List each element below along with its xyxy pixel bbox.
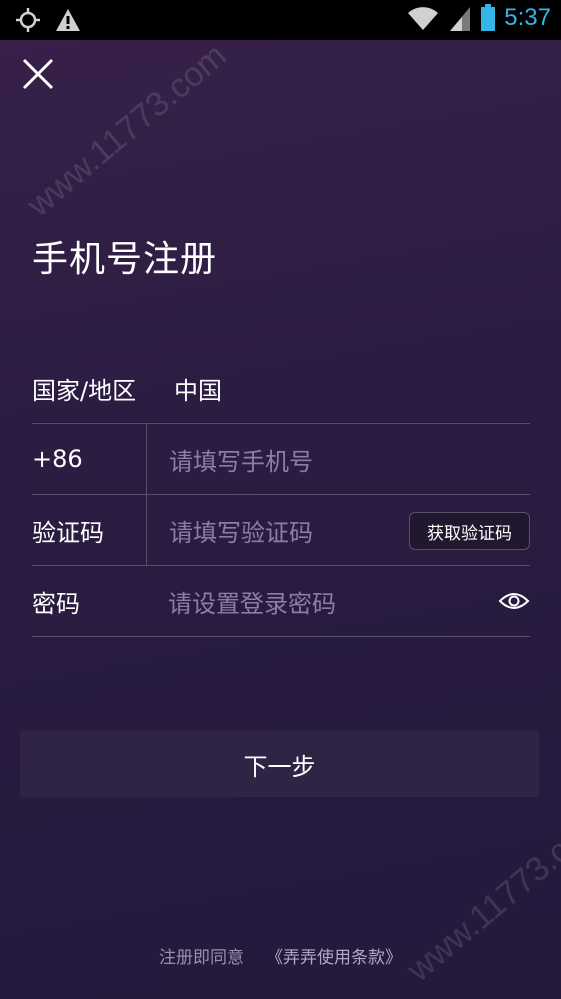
page-title: 手机号注册: [32, 239, 218, 280]
password-label: 密码: [32, 589, 80, 618]
get-code-button[interactable]: 获取验证码: [409, 512, 530, 550]
eye-icon: [498, 593, 530, 609]
wifi-icon: [408, 7, 439, 30]
registration-form: 国家/地区 中国 +86 请填写手机号 验证码 请填写验证码 获取验证码 密码 …: [32, 353, 530, 637]
password-row: 密码 请设置登录密码: [32, 566, 530, 637]
close-button[interactable]: [20, 56, 56, 92]
status-bar: 5:37: [0, 0, 561, 40]
phone-input[interactable]: 请填写手机号: [169, 442, 530, 477]
battery-icon: [481, 4, 496, 31]
country-value[interactable]: 中国: [174, 371, 222, 406]
country-label: 国家/地区: [32, 376, 137, 405]
country-code[interactable]: +86: [32, 424, 147, 494]
status-time: 5:37: [504, 4, 551, 31]
show-password-toggle[interactable]: [498, 588, 530, 614]
terms-link[interactable]: 《弄弄使用条款》: [266, 948, 402, 968]
next-step-button[interactable]: 下一步: [20, 731, 539, 797]
gps-icon: [16, 8, 40, 32]
close-icon: [22, 58, 54, 90]
signal-icon: [450, 7, 471, 31]
terms-agreement: 注册即同意 《弄弄使用条款》: [0, 943, 561, 968]
verify-row: 验证码 请填写验证码 获取验证码: [32, 495, 530, 566]
verify-label: 验证码: [32, 495, 147, 565]
password-input[interactable]: 请设置登录密码: [168, 584, 530, 619]
phone-row: +86 请填写手机号: [32, 424, 530, 495]
country-row[interactable]: 国家/地区 中国: [32, 353, 530, 424]
terms-prefix: 注册即同意: [159, 948, 244, 968]
warning-icon: [56, 9, 80, 31]
